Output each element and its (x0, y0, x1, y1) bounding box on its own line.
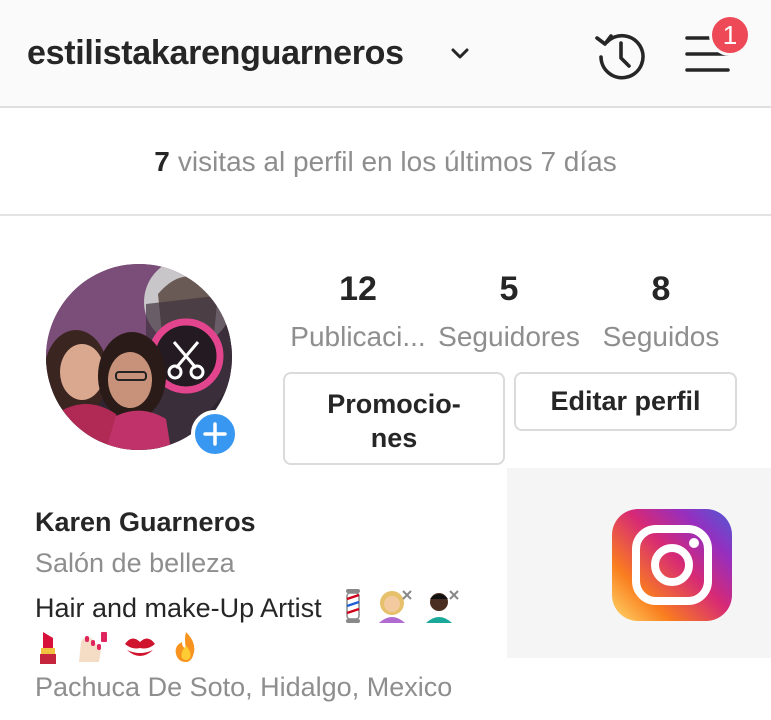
profile-visits-count: 7 (154, 146, 170, 177)
following-label: Seguidos (602, 321, 720, 352)
woman-haircut-icon (378, 590, 412, 623)
posts-count: 12 (339, 270, 377, 308)
lipstick-icon (40, 632, 56, 664)
profile-emoji-line (35, 630, 200, 671)
history-icon[interactable] (592, 28, 650, 86)
man-haircut-icon (426, 590, 459, 623)
chevron-down-icon[interactable] (450, 47, 470, 61)
kiss-mark-icon (125, 638, 156, 656)
promotions-label-line2: nes (370, 423, 418, 453)
posts-label: Publicaci... (290, 321, 426, 352)
following-count: 8 (651, 270, 671, 308)
followers-count: 5 (499, 270, 519, 308)
bio-description: Hair and make-Up Artist (35, 593, 322, 623)
profile-name: Karen Guarneros (35, 507, 256, 537)
username-switcher[interactable]: estilistakarenguarneros (27, 34, 404, 73)
fire-icon (175, 632, 194, 662)
instagram-logo-panel (507, 468, 771, 658)
profile-bio-line: Hair and make-Up Artist (35, 589, 460, 624)
promotions-label-line1: Promocio- (327, 389, 461, 419)
notification-badge: 1 (709, 14, 751, 56)
edit-profile-button[interactable]: Editar perfil (514, 372, 737, 431)
add-story-button[interactable] (191, 410, 239, 458)
top-bar: estilistakarenguarneros 1 (0, 0, 771, 108)
nail-polish-icon (78, 632, 107, 662)
promotions-button[interactable]: Promocio- nes (283, 372, 505, 465)
profile-category: Salón de belleza (35, 548, 235, 578)
posts-stat[interactable]: 12 Publicaci... (283, 270, 433, 353)
instagram-logo-icon (612, 509, 732, 621)
followers-stat[interactable]: 5 Seguidores (434, 270, 584, 353)
followers-label: Seguidores (438, 321, 580, 352)
following-stat[interactable]: 8 Seguidos (586, 270, 736, 353)
profile-visits-text: visitas al perfil en los últimos 7 días (177, 146, 617, 177)
profile-location[interactable]: Pachuca De Soto, Hidalgo, Mexico (35, 672, 452, 703)
plus-icon (203, 422, 227, 446)
profile-visits-banner[interactable]: 7 visitas al perfil en los últimos 7 días (0, 108, 771, 216)
barber-pole-icon (346, 589, 361, 623)
